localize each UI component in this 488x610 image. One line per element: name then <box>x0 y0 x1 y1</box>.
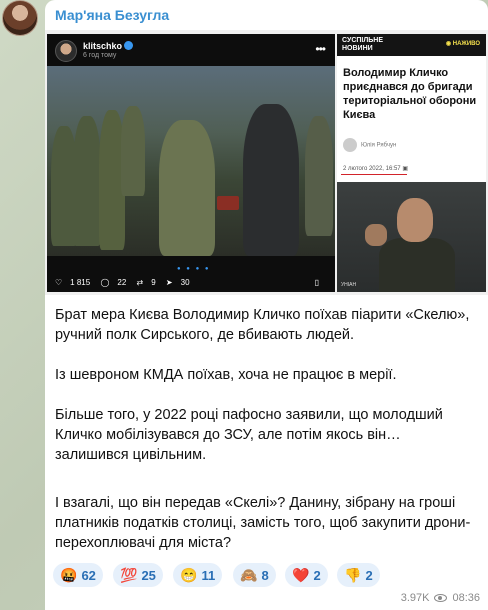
eye-icon <box>434 594 448 602</box>
message-paragraph-4: І взагалі, що він передав «Скелі»? Данин… <box>55 495 471 551</box>
news-date: 2 лютого 2022, 16:57 ▣ <box>343 165 408 172</box>
news-underline <box>341 174 407 175</box>
news-title: Володимир Кличко приєднався до бригади т… <box>343 67 477 121</box>
instagram-username-text: klitschko <box>83 41 123 51</box>
likes-count: 1 815 <box>70 278 91 287</box>
message-paragraph-2: Із шевроном КМДА поїхав, хоча не працює … <box>55 367 397 383</box>
news-author-name: Юлія Рябчун <box>361 142 397 149</box>
instagram-header: klitschko 6 год тому ••• <box>55 40 326 62</box>
photo-figure-body <box>379 238 455 292</box>
soldier-figure <box>305 116 333 236</box>
photo-fist <box>365 224 387 246</box>
message-bubble: Мар'яна Безугла klitschko 6 год тому ••• <box>45 0 488 610</box>
camera-icon: ▣ <box>402 166 408 172</box>
soldier-figure <box>159 120 215 256</box>
news-live-label: НАЖИВО <box>452 41 480 47</box>
news-photo: УНІАН <box>337 182 486 292</box>
message-meta: 3.97K 08:36 <box>401 592 480 604</box>
news-photo-caption: УНІАН <box>341 282 357 288</box>
instagram-time: 6 год тому <box>83 52 117 59</box>
reaction-count: 8 <box>261 567 269 583</box>
views-count: 3.97K <box>400 592 430 604</box>
message-media[interactable]: klitschko 6 год тому ••• ● ● ● ● ♡ 1 815 … <box>45 30 488 315</box>
sender-avatar[interactable] <box>2 0 38 36</box>
shares-count: 30 <box>180 278 190 287</box>
carousel-indicator: ● ● ● ● <box>177 266 211 272</box>
photo-figure-head <box>397 198 433 242</box>
reaction-emoji: 💯 <box>120 566 138 583</box>
reaction-count: 2 <box>365 567 373 583</box>
reaction-count: 62 <box>81 567 96 583</box>
reaction-count: 2 <box>313 567 321 583</box>
instagram-username: klitschko <box>83 41 134 51</box>
more-icon: ••• <box>315 42 326 56</box>
reaction-pill[interactable]: 👎 2 <box>337 563 380 587</box>
reaction-emoji: 🙈 <box>240 566 258 583</box>
reaction-pill[interactable]: ❤️ 2 <box>285 563 328 587</box>
reaction-emoji: 👎 <box>344 566 362 583</box>
reaction-pill[interactable]: 😁 11 <box>173 563 223 587</box>
verified-icon <box>124 41 134 50</box>
news-screenshot: СУСПІЛЬНЕ НОВИНИ ◉ НАЖИВО Володимир Клич… <box>337 34 486 292</box>
share-icon: ➤ <box>165 278 173 287</box>
message-time: 08:36 <box>452 592 480 604</box>
news-date-text: 2 лютого 2022, 16:57 <box>343 166 401 172</box>
reaction-pill[interactable]: 💯 25 <box>113 563 163 587</box>
author-avatar-icon <box>343 138 357 152</box>
soldier-figure <box>121 106 145 196</box>
news-live-badge: ◉ НАЖИВО <box>446 40 480 48</box>
news-header: СУСПІЛЬНЕ НОВИНИ ◉ НАЖИВО <box>337 34 486 56</box>
klitschko-figure <box>243 104 299 256</box>
soldier-figure <box>73 116 101 246</box>
message-paragraph-3: Більше того, у 2022 році пафосно заявили… <box>55 407 443 463</box>
reposts-count: 9 <box>151 278 156 287</box>
sender-name[interactable]: Мар'яна Безугла <box>55 7 169 23</box>
like-icon: ♡ <box>55 278 63 287</box>
instagram-actions: ♡ 1 815 ◯ 22 ⇄ 9 ➤ 30 ▯ <box>55 278 327 292</box>
comments-count: 22 <box>117 278 127 287</box>
instagram-avatar <box>55 40 77 62</box>
reaction-emoji: 🤬 <box>60 566 78 583</box>
comment-icon: ◯ <box>100 278 110 287</box>
award-case <box>217 196 239 210</box>
live-dot-icon: ◉ <box>445 41 453 47</box>
reaction-count: 25 <box>141 567 156 583</box>
bookmark-icon: ▯ <box>314 278 319 287</box>
message-paragraph-1: Брат мера Києва Володимир Кличко поїхав … <box>55 307 470 343</box>
reaction-count: 11 <box>201 567 216 583</box>
news-author: Юлія Рябчун <box>343 138 396 152</box>
reaction-emoji: 😁 <box>180 566 198 583</box>
reaction-pill[interactable]: 🤬 62 <box>53 563 103 587</box>
repost-icon: ⇄ <box>136 278 144 287</box>
instagram-photo <box>47 66 335 256</box>
news-brand: СУСПІЛЬНЕ НОВИНИ <box>342 37 384 52</box>
reaction-emoji: ❤️ <box>292 566 310 583</box>
reaction-pill[interactable]: 🙈 8 <box>233 563 276 587</box>
instagram-screenshot: klitschko 6 год тому ••• ● ● ● ● ♡ 1 815 … <box>47 34 335 292</box>
